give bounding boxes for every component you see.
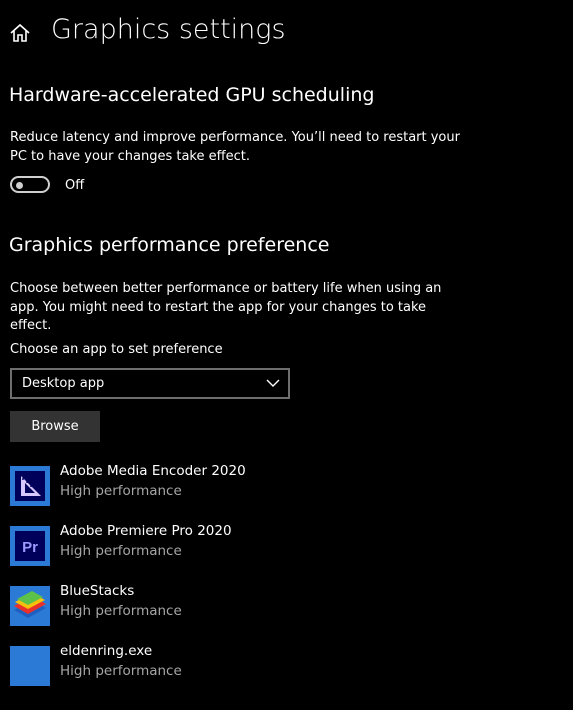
- gpu-scheduling-description: Reduce latency and improve performance. …: [10, 130, 460, 164]
- premiere-pro-icon: Pr: [10, 526, 50, 566]
- graphics-settings-page: Graphics settings Hardware-accelerated G…: [0, 0, 573, 710]
- app-preference: High performance: [60, 603, 182, 619]
- header: Graphics settings: [0, 10, 573, 56]
- app-name: eldenring.exe: [60, 643, 153, 659]
- app-name: BlueStacks: [60, 583, 135, 599]
- home-icon[interactable]: [9, 23, 31, 43]
- bluestacks-icon: [10, 586, 50, 626]
- toggle-state-label: Off: [65, 178, 85, 193]
- media-encoder-icon: [10, 466, 50, 506]
- browse-button[interactable]: Browse: [10, 411, 100, 442]
- app-name: Adobe Media Encoder 2020: [60, 463, 246, 479]
- performance-preference-title: Graphics performance preference: [9, 234, 330, 256]
- app-item-eldenring[interactable]: eldenring.exe High performance: [10, 643, 410, 687]
- page-title: Graphics settings: [51, 14, 286, 45]
- performance-preference-description: Choose between better performance or bat…: [10, 281, 442, 333]
- dropdown-value: Desktop app: [22, 376, 105, 391]
- app-preference: High performance: [60, 483, 182, 499]
- app-name: Adobe Premiere Pro 2020: [60, 523, 232, 539]
- gpu-scheduling-toggle[interactable]: [10, 176, 50, 193]
- app-item-bluestacks[interactable]: BlueStacks High performance: [10, 583, 410, 627]
- toggle-knob: [16, 181, 23, 189]
- chevron-down-icon: [266, 379, 280, 387]
- choose-app-label: Choose an app to set preference: [10, 342, 223, 357]
- app-preference: High performance: [60, 663, 182, 679]
- app-item-premiere-pro[interactable]: Pr Adobe Premiere Pro 2020 High performa…: [10, 523, 410, 567]
- app-preference: High performance: [60, 543, 182, 559]
- svg-text:Pr: Pr: [22, 539, 38, 556]
- app-item-media-encoder[interactable]: Adobe Media Encoder 2020 High performanc…: [10, 463, 410, 507]
- generic-app-icon: [10, 646, 50, 686]
- app-type-dropdown[interactable]: Desktop app: [10, 368, 290, 399]
- gpu-scheduling-title: Hardware-accelerated GPU scheduling: [9, 84, 375, 106]
